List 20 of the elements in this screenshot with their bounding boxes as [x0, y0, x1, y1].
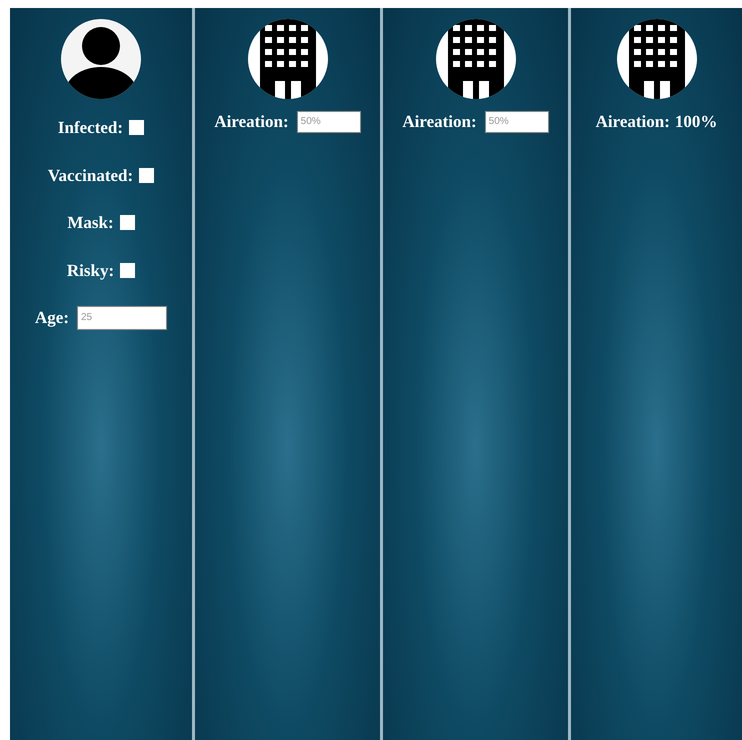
aireation-label: Aireation:: [596, 111, 670, 133]
text-field[interactable]: 50%: [296, 110, 361, 133]
checkbox[interactable]: [139, 168, 154, 183]
aireation-label: Aireation:: [402, 111, 477, 133]
checkbox[interactable]: [120, 215, 135, 230]
building-icon: [614, 19, 698, 99]
building-icon: [246, 19, 330, 99]
field-label: Age:: [35, 307, 69, 329]
field-label: Vaccinated:: [48, 164, 134, 186]
field-label: Mask:: [67, 212, 114, 234]
checkbox[interactable]: [129, 120, 144, 136]
age-field[interactable]: 25: [76, 306, 167, 330]
building-icon: [434, 19, 518, 99]
checkbox[interactable]: [120, 262, 136, 278]
person-avatar-icon: [59, 19, 143, 99]
aireation-label: Aireation:: [214, 111, 289, 133]
aireation-value: 100%: [674, 111, 718, 133]
text-field[interactable]: 50%: [484, 110, 549, 133]
field-label: Infected:: [58, 117, 124, 139]
field-label: Risky:: [66, 260, 114, 282]
